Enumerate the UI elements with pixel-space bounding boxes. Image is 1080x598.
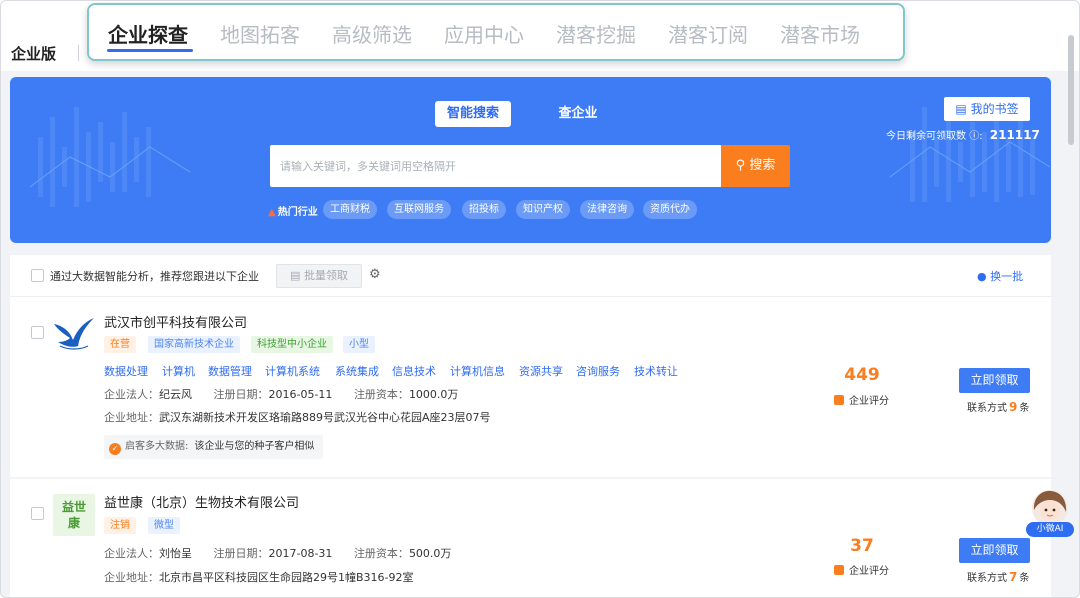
search-button[interactable]: ⚲ 搜索 xyxy=(721,145,790,187)
keyword-link[interactable]: 信息技术 xyxy=(392,363,436,379)
company-registration-info: 企业法人：刘怡呈 注册日期：2017-08-31 注册资本：500.0万 xyxy=(104,547,452,560)
hot-tag-bidding[interactable]: 招投标 xyxy=(462,200,506,219)
hot-tag-tax[interactable]: 工商财税 xyxy=(323,200,377,219)
keyword-link[interactable]: 计算机 xyxy=(162,363,195,379)
book-icon: ▤ xyxy=(955,102,967,116)
company-score: 449 xyxy=(844,365,880,385)
refresh-button[interactable]: ● 换一批 xyxy=(977,268,1023,284)
claim-button[interactable]: 立即领取 xyxy=(959,538,1030,563)
tag-badge: 微型 xyxy=(148,517,180,534)
tab-smart-search[interactable]: 智能搜索 xyxy=(435,101,511,127)
company-name[interactable]: 武汉市创平科技有限公司 xyxy=(104,312,247,331)
fire-icon: ▲ xyxy=(268,207,276,218)
remaining-quota: 今日剩余可领取数 ⓘ: 211117 xyxy=(886,128,1040,142)
document-icon: ▤ xyxy=(290,269,301,282)
hot-tag-ip[interactable]: 知识产权 xyxy=(516,200,570,219)
company-registration-info: 企业法人：纪云风 注册日期：2016-05-11 注册资本：1000.0万 xyxy=(104,388,459,401)
score-label: 企业评分 xyxy=(834,562,889,577)
search-hero: 智能搜索 查企业 ▤ 我的书签 今日剩余可领取数 ⓘ: 211117 ⚲ 搜索 … xyxy=(10,77,1051,243)
company-name[interactable]: 益世康（北京）生物技术有限公司 xyxy=(104,492,299,511)
search-input[interactable] xyxy=(270,145,721,187)
bigdata-hint: ✓ 启客多大数据: 该企业与您的种子客户相似 xyxy=(104,435,324,459)
status-badge: 注销 xyxy=(104,517,136,534)
company-checkbox[interactable] xyxy=(31,507,44,520)
company-card: 益世康 益世康（北京）生物技术有限公司 注销 微型 企业法人：刘怡呈 注册日期：… xyxy=(10,479,1051,597)
claim-button[interactable]: 立即领取 xyxy=(959,368,1030,393)
select-all-checkbox[interactable] xyxy=(31,269,44,282)
search-icon: ⚲ xyxy=(735,158,746,173)
tab-lead-market[interactable]: 潜客市场 xyxy=(780,19,860,48)
keyword-link[interactable]: 系统集成 xyxy=(335,363,379,379)
hot-tag-internet[interactable]: 互联网服务 xyxy=(387,200,451,219)
tab-lead-mining[interactable]: 潜客挖掘 xyxy=(556,19,636,48)
help-icon[interactable]: ⓘ xyxy=(969,131,979,142)
tab-app-center[interactable]: 应用中心 xyxy=(444,19,524,48)
keyword-link[interactable]: 咨询服务 xyxy=(576,363,620,379)
edition-label: 企业版 xyxy=(11,45,57,63)
recommend-bar: 通过大数据智能分析，推荐您跟进以下企业 ▤ 批量领取 ⚙ ● 换一批 xyxy=(10,255,1051,297)
tab-enterprise-explore[interactable]: 企业探查 xyxy=(108,19,188,48)
score-label: 企业评分 xyxy=(834,392,889,407)
score-icon xyxy=(834,565,844,575)
tag-badge: 科技型中小企业 xyxy=(251,336,333,353)
hot-tag-qualification[interactable]: 资质代办 xyxy=(643,200,697,219)
tab-advanced-filter[interactable]: 高级筛选 xyxy=(332,19,412,48)
company-score: 37 xyxy=(850,536,874,556)
keyword-link[interactable]: 计算机信息 xyxy=(450,363,505,379)
hot-tag-legal[interactable]: 法律咨询 xyxy=(580,200,634,219)
company-card: 武汉市创平科技有限公司 在营 国家高新技术企业 科技型中小企业 小型 数据处理 … xyxy=(10,297,1051,477)
bookmark-button[interactable]: ▤ 我的书签 xyxy=(944,97,1030,121)
refresh-icon: ● xyxy=(977,270,987,283)
score-icon xyxy=(834,395,844,405)
tab-lead-subscribe[interactable]: 潜客订阅 xyxy=(668,19,748,48)
company-address: 企业地址：武汉东湖新技术开发区珞瑜路889号武汉光谷中心花园A座23层07号 xyxy=(104,411,491,424)
thumbs-up-icon: ✓ xyxy=(109,443,121,455)
keyword-link[interactable]: 数据处理 xyxy=(104,363,148,379)
contact-count[interactable]: 联系方式 9 条 xyxy=(967,399,1029,414)
divider xyxy=(78,45,79,61)
scrollbar-thumb[interactable] xyxy=(1068,35,1074,145)
tab-map-prospect[interactable]: 地图拓客 xyxy=(220,19,300,48)
keyword-link[interactable]: 计算机系统 xyxy=(265,363,320,379)
tag-badge: 国家高新技术企业 xyxy=(148,336,240,353)
ai-assistant-label[interactable]: 小微AI xyxy=(1026,522,1074,537)
keyword-link[interactable]: 资源共享 xyxy=(519,363,563,379)
tab-company-lookup[interactable]: 查企业 xyxy=(540,101,616,127)
contact-count[interactable]: 联系方式 7 条 xyxy=(967,569,1029,584)
company-checkbox[interactable] xyxy=(31,326,44,339)
company-logo: 益世康 xyxy=(53,494,95,536)
hot-industry-label: ▲ 热门行业 xyxy=(268,207,318,218)
main-nav: 企业探查 地图拓客 高级筛选 应用中心 潜客挖掘 潜客订阅 潜客市场 xyxy=(87,3,905,61)
tag-badge: 小型 xyxy=(343,336,375,353)
company-address: 企业地址：北京市昌平区科技园区生命园路29号1幢B316-92室 xyxy=(104,571,414,584)
batch-claim-button[interactable]: ▤ 批量领取 xyxy=(276,264,362,288)
status-badge: 在营 xyxy=(104,336,136,353)
keyword-link[interactable]: 技术转让 xyxy=(634,363,678,379)
recommend-text: 通过大数据智能分析，推荐您跟进以下企业 xyxy=(50,270,259,283)
app-window: 企业版 企业探查 地图拓客 高级筛选 应用中心 潜客挖掘 潜客订阅 潜客市场 智… xyxy=(0,0,1080,598)
active-tab-indicator xyxy=(107,49,193,52)
gear-icon[interactable]: ⚙ xyxy=(369,267,381,282)
keyword-link[interactable]: 数据管理 xyxy=(208,363,252,379)
company-logo-bird-icon xyxy=(54,318,94,350)
